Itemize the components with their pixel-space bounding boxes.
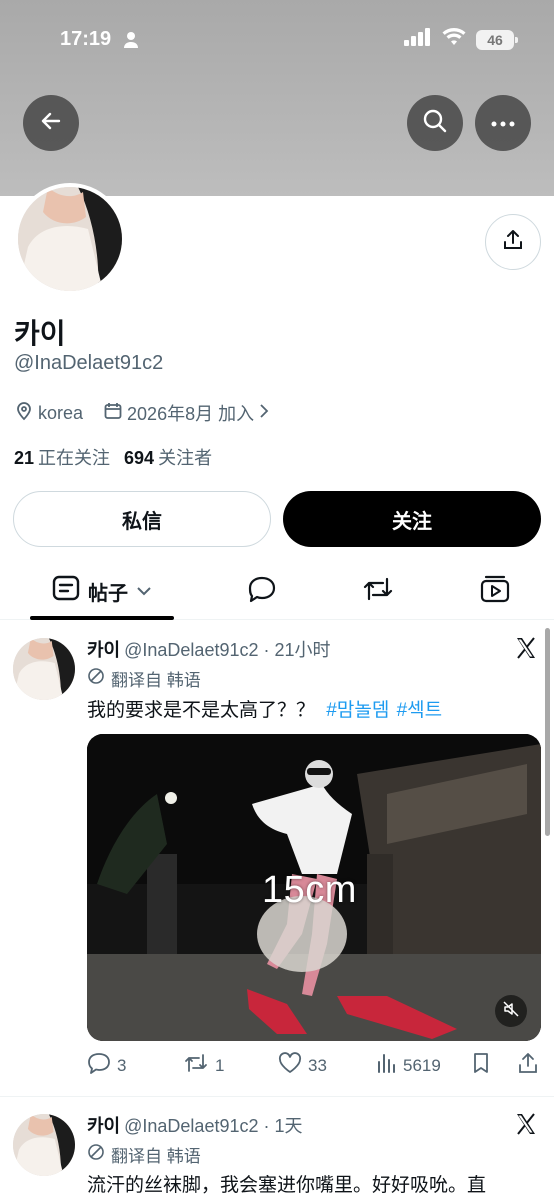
calendar-icon (103, 401, 123, 426)
share-icon (501, 228, 525, 257)
like-icon (278, 1052, 302, 1079)
following-link[interactable]: 21 正在关注 (14, 444, 110, 470)
translate-icon (87, 1143, 105, 1166)
status-bar: 17:19 46 (60, 28, 518, 55)
follow-button[interactable]: 关注 (283, 491, 541, 547)
x-logo-icon (514, 1112, 538, 1141)
tweet-body: 我的要求是不是太高了？？ (87, 700, 316, 721)
retweet-count: 1 (215, 1055, 225, 1075)
posts-icon (52, 574, 80, 608)
tweet-video[interactable]: 15cm (87, 734, 541, 1041)
translate-icon (87, 667, 105, 690)
search-icon (422, 108, 448, 139)
back-arrow-icon (39, 109, 63, 138)
profile-location: korea (14, 401, 83, 426)
battery-indicator: 46 (476, 30, 518, 50)
signal-icon (404, 28, 432, 52)
tweet-divider (0, 1096, 554, 1097)
video-overlay-text: 15cm (262, 869, 357, 911)
retweet-icon (183, 1052, 209, 1079)
tweet-actions: 3 1 33 5619 (87, 1052, 541, 1080)
tweet-avatar[interactable] (13, 1114, 75, 1176)
mute-icon (502, 1000, 520, 1023)
tab-replies[interactable] (244, 573, 280, 609)
translate-text: 翻译自 韩语 (111, 1147, 201, 1166)
scrollbar[interactable] (545, 628, 550, 836)
chevron-down-icon (136, 580, 152, 603)
translate-link[interactable]: 翻译自 韩语 (87, 1142, 201, 1167)
chevron-right-icon (258, 403, 270, 424)
profile-name: 카이 (14, 318, 66, 349)
followers-link[interactable]: 694 关注者 (124, 444, 212, 470)
profile-handle: @InaDelaet91c2 (14, 352, 164, 374)
views-button[interactable]: 5619 (375, 1052, 441, 1079)
tweet-body: 流汗的丝袜脚，我会塞进你嘴里。好好吸吮。直 (87, 1175, 487, 1196)
like-count: 33 (308, 1055, 327, 1075)
status-time: 17:19 (60, 28, 112, 50)
following-count: 21 (14, 448, 35, 468)
tweet-header: 카이 @InaDelaet91c2 · 21小时 (87, 636, 331, 662)
search-button[interactable] (407, 95, 463, 151)
back-button[interactable] (23, 95, 79, 151)
views-count: 5619 (403, 1055, 441, 1075)
retweet-icon (361, 575, 395, 608)
tab-media[interactable] (477, 573, 513, 609)
retweet-button[interactable]: 1 (183, 1052, 224, 1079)
share-icon (517, 1052, 539, 1079)
views-icon (375, 1052, 397, 1079)
joined-text: 2026年8月 加入 (127, 404, 255, 424)
reply-button[interactable]: 3 (87, 1052, 126, 1079)
tweet-header: 카이 @InaDelaet91c2 · 1天 (87, 1112, 303, 1138)
translate-link[interactable]: 翻译自 韩语 (87, 666, 201, 691)
tweet-text: 我的要求是不是太高了？？ #맘놀뎀 #섹트 (87, 695, 442, 722)
mute-button[interactable] (495, 995, 527, 1027)
location-text: korea (38, 402, 84, 423)
tweet-meta: @InaDelaet91c2 · 1天 (124, 1116, 303, 1136)
profile-avatar[interactable] (14, 183, 126, 295)
profile-tabs: 帖子 (0, 562, 554, 620)
reply-count: 3 (117, 1055, 127, 1075)
tweet-author-name[interactable]: 카이 (87, 640, 120, 660)
profile-meta: korea 2026年8月 加入 (14, 400, 290, 426)
replies-icon (246, 574, 278, 609)
location-icon (14, 401, 34, 426)
hashtag-link[interactable]: #맘놀뎀 (326, 700, 389, 721)
share-profile-button[interactable] (485, 214, 541, 270)
more-icon (491, 114, 515, 132)
x-logo-icon (514, 636, 538, 665)
tweet-meta: @InaDelaet91c2 · 21小时 (124, 640, 331, 660)
translate-text: 翻译自 韩语 (111, 671, 201, 690)
like-button[interactable]: 33 (278, 1052, 327, 1079)
bookmark-icon (471, 1052, 491, 1079)
profile-joined[interactable]: 2026年8月 加入 (103, 400, 270, 426)
bookmark-button[interactable] (471, 1052, 491, 1079)
followers-label: 关注者 (158, 448, 213, 468)
person-icon (123, 31, 139, 55)
reply-icon (87, 1052, 111, 1079)
tweet-author-name[interactable]: 카이 (87, 1116, 120, 1136)
tab-posts-label: 帖子 (88, 582, 128, 605)
tab-posts[interactable]: 帖子 (30, 562, 174, 620)
tweet-text: 流汗的丝袜脚，我会塞进你嘴里。好好吸吮。直 (87, 1170, 486, 1197)
share-tweet-button[interactable] (517, 1052, 539, 1079)
media-icon (479, 573, 511, 610)
hashtag-link[interactable]: #섹트 (397, 700, 443, 721)
dm-button[interactable]: 私信 (13, 491, 271, 547)
more-button[interactable] (475, 95, 531, 151)
follow-counts: 21 正在关注 694 关注者 (14, 444, 212, 470)
followers-count: 694 (124, 448, 155, 468)
tab-highlights[interactable] (360, 573, 396, 609)
following-label: 正在关注 (38, 448, 111, 468)
tweet-avatar[interactable] (13, 638, 75, 700)
wifi-icon (442, 28, 466, 52)
